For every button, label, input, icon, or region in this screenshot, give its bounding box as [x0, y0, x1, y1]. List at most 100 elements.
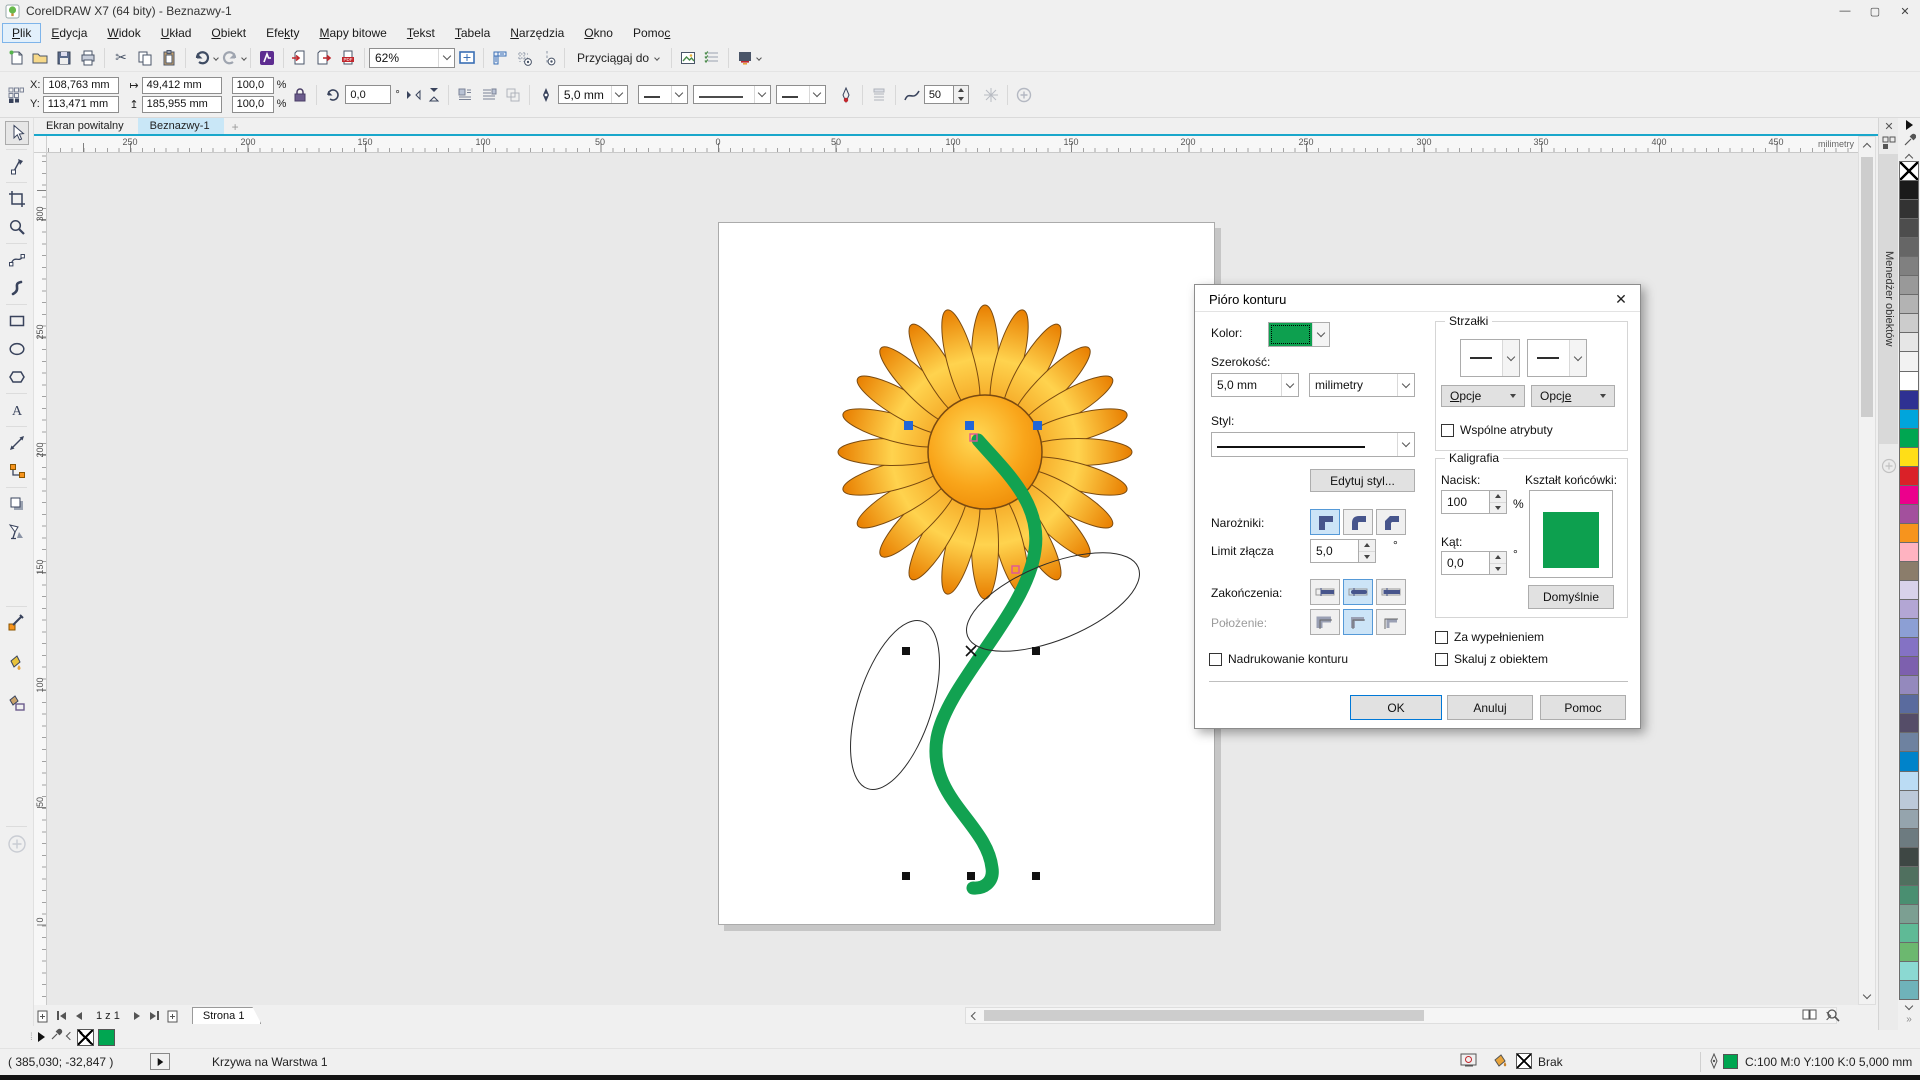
palette-expand-icon[interactable]: » — [1906, 1014, 1912, 1030]
cap-round-button[interactable] — [1343, 579, 1373, 605]
page-sorter-icon[interactable] — [1802, 1008, 1818, 1027]
palette-swatch[interactable] — [1899, 390, 1919, 410]
end-arrow-combo[interactable] — [776, 85, 826, 104]
interactive-fill-tool[interactable] — [5, 691, 29, 715]
palette-swatch[interactable] — [1899, 847, 1919, 867]
object-height-field[interactable]: 185,955 mm — [142, 96, 222, 113]
drop-shadow-tool[interactable] — [5, 492, 29, 516]
show-rulers-icon[interactable] — [488, 47, 512, 69]
menu-item-plik[interactable]: Plik — [2, 23, 41, 43]
cap-square-button[interactable] — [1376, 579, 1406, 605]
behind-fill-checkbox[interactable]: Za wypełnieniem — [1435, 630, 1544, 644]
lock-ratio-icon[interactable] — [288, 84, 312, 106]
palette-swatch[interactable] — [1899, 942, 1919, 962]
palette-swatch[interactable] — [1899, 351, 1919, 371]
start-arrowhead-combo[interactable] — [1460, 339, 1520, 377]
drawing-canvas[interactable]: Pióro konturu ✕ Kolor: Szerokość: 5,0 mm… — [47, 153, 1858, 1005]
cap-butt-button[interactable] — [1310, 579, 1340, 605]
mirror-horizontal-button[interactable] — [404, 85, 424, 104]
docpal-green-swatch[interactable] — [98, 1029, 115, 1046]
snap-to-dropdown[interactable]: Przyciągaj do — [569, 51, 667, 65]
menu-item-tekst[interactable]: Tekst — [397, 23, 445, 43]
proof-colors-icon[interactable] — [1460, 1053, 1478, 1072]
text-tool[interactable]: A — [5, 398, 29, 422]
vertical-scrollbar[interactable] — [1858, 136, 1876, 1005]
corner-round-button[interactable] — [1343, 509, 1373, 535]
menu-item-mapy-bitowe[interactable]: Mapy bitowe — [309, 23, 396, 43]
palette-swatch[interactable] — [1899, 904, 1919, 924]
copy-icon[interactable] — [133, 47, 157, 69]
palette-swatch[interactable] — [1899, 161, 1919, 181]
palette-swatch[interactable] — [1899, 180, 1919, 200]
start-arrow-combo[interactable] — [638, 85, 688, 104]
palette-swatch[interactable] — [1899, 371, 1919, 391]
pick-tool[interactable] — [5, 121, 29, 145]
palette-swatch[interactable] — [1899, 275, 1919, 295]
overprint-outline-checkbox[interactable]: Nadrukowanie konturu — [1209, 652, 1348, 666]
menu-item-edycja[interactable]: Edycja — [41, 23, 97, 43]
vertical-scroll-thumb[interactable] — [1861, 157, 1873, 417]
palette-swatch[interactable] — [1899, 885, 1919, 905]
docker-tab-object-manager[interactable]: Menedżer obiektów — [1879, 154, 1899, 444]
ok-button[interactable]: OK — [1350, 695, 1442, 720]
object-properties-icon[interactable] — [700, 47, 724, 69]
palette-eyedropper-icon[interactable] — [1902, 132, 1916, 150]
palette-swatch[interactable] — [1899, 561, 1919, 581]
publish-pdf-icon[interactable]: PDF — [336, 47, 360, 69]
palette-swatch[interactable] — [1899, 428, 1919, 448]
palette-swatch[interactable] — [1899, 409, 1919, 429]
artistic-media-tool[interactable] — [5, 276, 29, 300]
palette-swatch[interactable] — [1899, 599, 1919, 619]
mirror-vertical-button[interactable] — [424, 85, 444, 104]
scale-x-field[interactable]: 100,0 — [232, 77, 274, 94]
close-button[interactable]: ✕ — [1890, 0, 1920, 22]
page-tab[interactable]: Strona 1 — [192, 1007, 262, 1024]
menu-item-narzędzia[interactable]: Narzędzia — [500, 23, 574, 43]
horizontal-scroll-thumb[interactable] — [984, 1010, 1424, 1021]
previous-page-icon[interactable] — [70, 1008, 88, 1024]
vertical-ruler[interactable]: 300250200150100500 — [34, 153, 47, 1005]
paste-icon[interactable] — [157, 47, 181, 69]
palette-swatch[interactable] — [1899, 771, 1919, 791]
palette-swatch[interactable] — [1899, 218, 1919, 238]
share-attributes-checkbox[interactable]: Wspólne atrybuty — [1441, 423, 1553, 437]
open-icon[interactable] — [28, 47, 52, 69]
angle-spinner[interactable]: 0,0 — [1441, 551, 1507, 575]
docpal-flyout-icon[interactable] — [38, 1032, 45, 1042]
palette-swatch[interactable] — [1899, 961, 1919, 981]
first-page-icon[interactable] — [52, 1008, 70, 1024]
line-style-combo[interactable] — [693, 85, 771, 104]
shape-tool[interactable] — [5, 154, 29, 178]
palette-swatch[interactable] — [1899, 237, 1919, 257]
new-document-icon[interactable] — [4, 47, 28, 69]
horizontal-ruler[interactable]: milimetry 250200150100500501001502002503… — [47, 136, 1858, 153]
wrap-text-icon[interactable] — [453, 84, 477, 106]
palette-swatch[interactable] — [1899, 256, 1919, 276]
palette-swatch[interactable] — [1899, 294, 1919, 314]
palette-swatch[interactable] — [1899, 656, 1919, 676]
palette-swatch[interactable] — [1899, 980, 1919, 1000]
scale-with-object-checkbox[interactable]: Skaluj z obiektem — [1435, 652, 1548, 666]
y-position-field[interactable]: 113,471 mm — [43, 96, 119, 113]
palette-swatch[interactable] — [1899, 542, 1919, 562]
palette-swatch[interactable] — [1899, 809, 1919, 829]
add-tool-button[interactable] — [5, 832, 29, 856]
docker-add-icon[interactable] — [1881, 458, 1897, 479]
menu-item-układ[interactable]: Układ — [151, 23, 202, 43]
width-units-combo[interactable]: milimetry — [1309, 373, 1415, 397]
cut-icon[interactable]: ✂ — [109, 47, 133, 69]
palette-flyout-icon[interactable] — [1906, 118, 1913, 132]
show-grid-icon[interactable] — [512, 47, 536, 69]
tab-document[interactable]: Beznazwy-1 — [138, 118, 224, 134]
smoothing-spinner[interactable]: 50 — [924, 85, 969, 104]
outline-width-combo-dialog[interactable]: 5,0 mm — [1211, 373, 1299, 397]
outline-color-picker[interactable] — [1268, 322, 1330, 347]
palette-scroll-down-icon[interactable] — [1906, 1000, 1912, 1014]
palette-swatch[interactable] — [1899, 828, 1919, 848]
welcome-screen-icon[interactable] — [733, 47, 757, 69]
text-position-icon[interactable] — [477, 84, 501, 106]
outline-pen-dialog[interactable]: Pióro konturu ✕ Kolor: Szerokość: 5,0 mm… — [1194, 284, 1641, 729]
welcome-screen-dropdown[interactable] — [756, 55, 762, 61]
palette-swatch[interactable] — [1899, 618, 1919, 638]
palette-swatch[interactable] — [1899, 732, 1919, 752]
